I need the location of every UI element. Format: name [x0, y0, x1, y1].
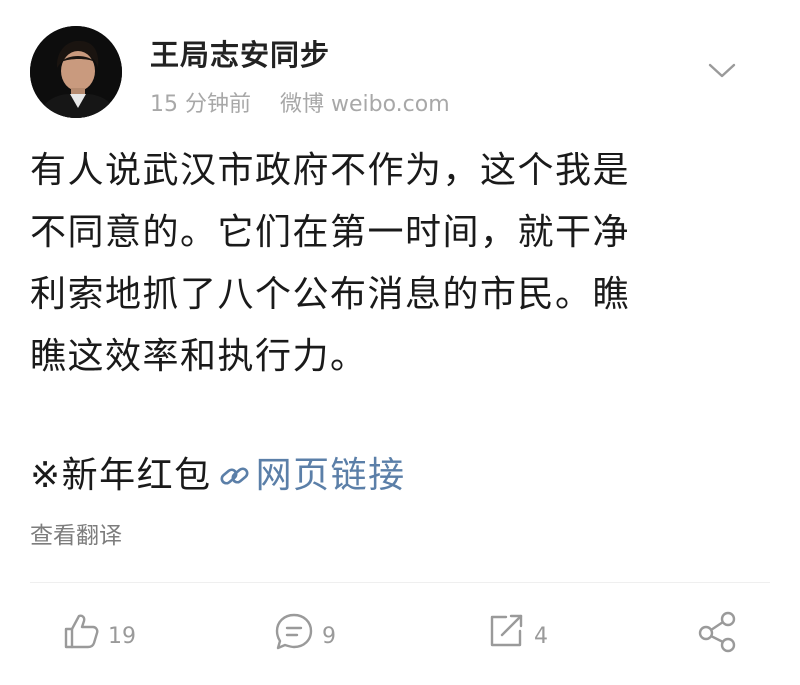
post-body: 有人说武汉市政府不作为，这个我是 不同意的。它们在第一时间，就干净 利索地抓了八… — [30, 140, 760, 388]
translate-link[interactable]: 查看翻译 — [30, 516, 122, 550]
like-button[interactable]: 19 — [58, 606, 136, 656]
web-link[interactable]: 网页链接 — [218, 455, 406, 496]
chevron-down-icon — [708, 63, 736, 78]
post-line: 不同意的。它们在第一时间，就干净 — [30, 212, 631, 253]
comment-icon — [275, 613, 313, 650]
post-time: 15 分钟前 — [150, 92, 251, 117]
post-header: 王局志安同步 15 分钟前 微博 weibo.com — [0, 0, 800, 130]
link-icon — [220, 467, 249, 485]
post-meta: 15 分钟前 微博 weibo.com — [150, 86, 450, 118]
post-source: 微博 weibo.com — [280, 92, 450, 117]
post-extra: ※新年红包 网页链接 — [30, 448, 406, 504]
repost-icon — [490, 614, 523, 647]
repost-count: 4 — [534, 623, 548, 649]
comment-button[interactable]: 9 — [272, 606, 336, 656]
username[interactable]: 王局志安同步 — [150, 32, 330, 74]
repost-button[interactable]: 4 — [484, 606, 548, 656]
share-icon — [698, 611, 736, 653]
share-button[interactable] — [694, 606, 742, 656]
avatar[interactable] — [30, 26, 122, 118]
post-line: 利索地抓了八个公布消息的市民。瞧 — [30, 274, 631, 315]
like-count: 19 — [108, 623, 136, 649]
post-line: 有人说武汉市政府不作为，这个我是 — [30, 150, 631, 191]
web-link-label: 网页链接 — [255, 455, 406, 496]
extra-text: ※新年红包 — [30, 455, 212, 496]
comment-count: 9 — [322, 623, 336, 649]
post-menu-button[interactable] — [704, 56, 740, 84]
post-line: 瞧这效率和执行力。 — [30, 336, 368, 377]
thumbs-up-icon — [64, 614, 99, 649]
divider — [30, 582, 770, 583]
